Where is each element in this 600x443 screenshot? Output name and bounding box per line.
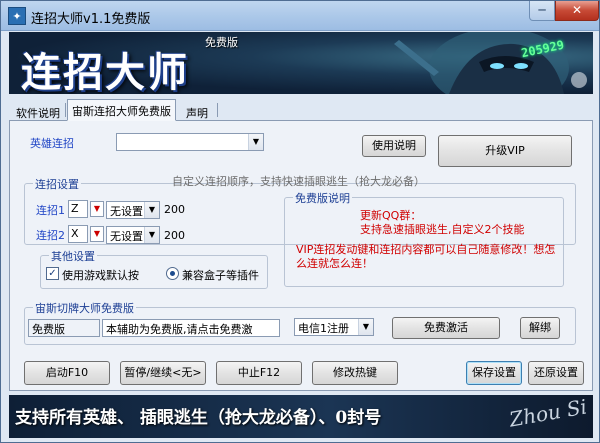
- other-settings-title: 其他设置: [49, 248, 97, 264]
- banner-title: 连招大师: [21, 50, 189, 94]
- free-activate-button[interactable]: 免费激活: [392, 317, 500, 339]
- window-title: 连招大师v1.1免费版: [31, 12, 151, 27]
- footer-banner: 支持所有英雄、 插眼逃生（抢大龙必备）、0封号 Zhou Si: [9, 395, 593, 438]
- default-keys-label: 使用游戏默认按: [62, 269, 139, 282]
- combo-1-label: 连招1: [36, 204, 65, 217]
- combo-1-mode-select[interactable]: 无设置 ▼: [106, 201, 160, 219]
- free-feature-line: 支持急速插眼逃生,自定义2个技能: [360, 223, 525, 236]
- combo-1-key-field[interactable]: Z: [68, 200, 88, 218]
- tab-separator: [217, 103, 218, 117]
- combo-1-key-dropdown-icon[interactable]: ▼: [90, 201, 104, 217]
- chevron-down-icon: ▼: [358, 319, 373, 335]
- pause-resume-button[interactable]: 暂停/继续<无>: [120, 361, 206, 385]
- app-window: ✦ 连招大师v1.1免费版 ─ ✕ 连招大师 免费版 205929 软件说明 宙…: [0, 0, 600, 443]
- chevron-down-icon: ▼: [144, 202, 159, 218]
- hero-combo-label: 英雄连招: [30, 137, 74, 150]
- compat-plugin-label: 兼容盒子等插件: [182, 269, 259, 282]
- server-select[interactable]: 电信1注册 ▼: [294, 318, 374, 336]
- footer-slogan: 支持所有英雄、 插眼逃生（抢大龙必备）、0封号: [15, 408, 382, 428]
- tab-zeus-combo-free[interactable]: 宙斯连招大师免费版: [67, 99, 176, 121]
- save-settings-button[interactable]: 保存设置: [466, 361, 522, 385]
- combo-2-key-dropdown-icon[interactable]: ▼: [90, 226, 104, 242]
- server-select-value: 电信1注册: [298, 322, 349, 335]
- tab-strip: 软件说明 宙斯连招大师免费版 声明: [9, 99, 593, 121]
- compat-plugin-radio[interactable]: [166, 267, 179, 280]
- combo-2-key-field[interactable]: X: [68, 225, 88, 243]
- activation-title: 宙斯切牌大师免费版: [33, 300, 136, 316]
- close-button[interactable]: ✕: [555, 1, 599, 21]
- combo-2-label: 连招2: [36, 229, 65, 242]
- free-info-group: 免费版说明: [284, 190, 564, 287]
- upgrade-vip-button[interactable]: 升级VIP: [438, 135, 572, 167]
- combo-settings-title: 连招设置: [33, 176, 81, 192]
- modify-hotkey-button[interactable]: 修改热键: [312, 361, 398, 385]
- restore-settings-button[interactable]: 还原设置: [528, 361, 584, 385]
- vip-info-line: VIP连招发动键和连招内容都可以自己随意修改！想怎么连就怎么连！: [296, 243, 556, 270]
- chevron-down-icon: ▼: [144, 227, 159, 243]
- banner-edition-badge: 免费版: [205, 36, 238, 49]
- version-field: 免费版: [28, 319, 100, 337]
- app-icon: ✦: [8, 7, 26, 25]
- free-info-title: 免费版说明: [293, 190, 352, 206]
- tab-statement[interactable]: 声明: [181, 101, 213, 121]
- notice-field[interactable]: 本辅助为免费版,请点击免费激: [102, 319, 280, 337]
- stop-button[interactable]: 中止F12: [216, 361, 302, 385]
- combo-2-mode-value: 无设置: [110, 230, 143, 243]
- chevron-down-icon: ▼: [248, 134, 263, 150]
- combo-settings-hint: 自定义连招顺序，支持快速插眼逃生（抢大龙必备）: [172, 175, 425, 188]
- combo-1-mode-value: 无设置: [110, 205, 143, 218]
- minimize-button[interactable]: ─: [529, 1, 555, 21]
- footer-signature: Zhou Si: [507, 395, 589, 432]
- unbind-button[interactable]: 解绑: [520, 317, 560, 339]
- header-banner: 连招大师 免费版 205929: [9, 32, 593, 94]
- title-bar[interactable]: ✦ 连招大师v1.1免费版 ─ ✕: [1, 1, 599, 31]
- hero-select[interactable]: ▼: [116, 133, 264, 151]
- main-panel: 英雄连招 ▼ 使用说明 升级VIP 连招设置 自定义连招顺序，支持快速插眼逃生（…: [9, 121, 593, 391]
- tab-software-info[interactable]: 软件说明: [11, 101, 65, 121]
- default-keys-checkbox[interactable]: ✓: [46, 267, 59, 280]
- help-button[interactable]: 使用说明: [362, 135, 426, 157]
- combo-1-delay-value[interactable]: 200: [164, 203, 185, 216]
- combo-2-mode-select[interactable]: 无设置 ▼: [106, 226, 160, 244]
- tab-separator: [65, 103, 66, 117]
- combo-2-delay-value[interactable]: 200: [164, 229, 185, 242]
- start-button[interactable]: 启动F10: [24, 361, 110, 385]
